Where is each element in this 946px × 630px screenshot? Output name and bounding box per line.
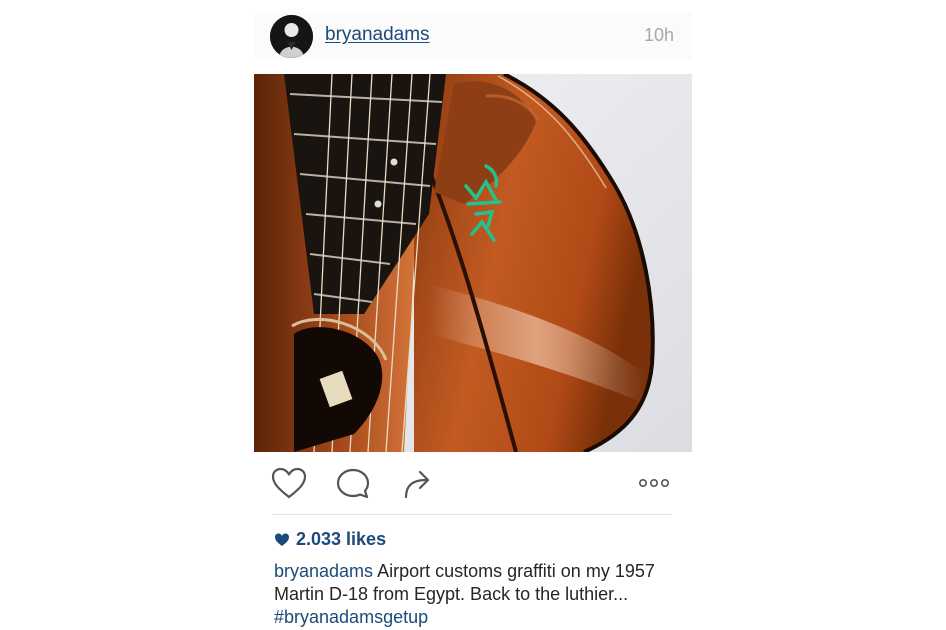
speech-bubble-icon [334,466,374,500]
avatar[interactable] [270,15,313,58]
comment-button[interactable] [334,466,374,502]
post-caption: bryanadams Airport customs graffiti on m… [274,560,684,629]
post-photo[interactable] [254,74,692,452]
more-options-button[interactable] [636,466,676,502]
post-username[interactable]: bryanadams [325,24,430,46]
like-button[interactable] [270,466,310,502]
likes-label: 2.033 likes [296,529,387,549]
heart-filled-icon [274,532,290,547]
post-actions [254,466,692,504]
likes-count[interactable]: 2.033 likes [274,529,386,550]
post-timestamp: 10h [643,25,674,45]
instagram-post: bryanadams 10h 2.033 likes bryanadams Ai… [254,12,692,630]
caption-username[interactable]: bryanadams [274,561,373,581]
share-arrow-icon [400,466,440,500]
share-button[interactable] [400,466,440,502]
ellipsis-icon [636,466,676,500]
divider [272,514,672,515]
caption-hashtag[interactable]: #bryanadamsgetup [274,607,428,627]
heart-outline-icon [270,466,310,500]
post-header: bryanadams 10h [254,12,692,60]
